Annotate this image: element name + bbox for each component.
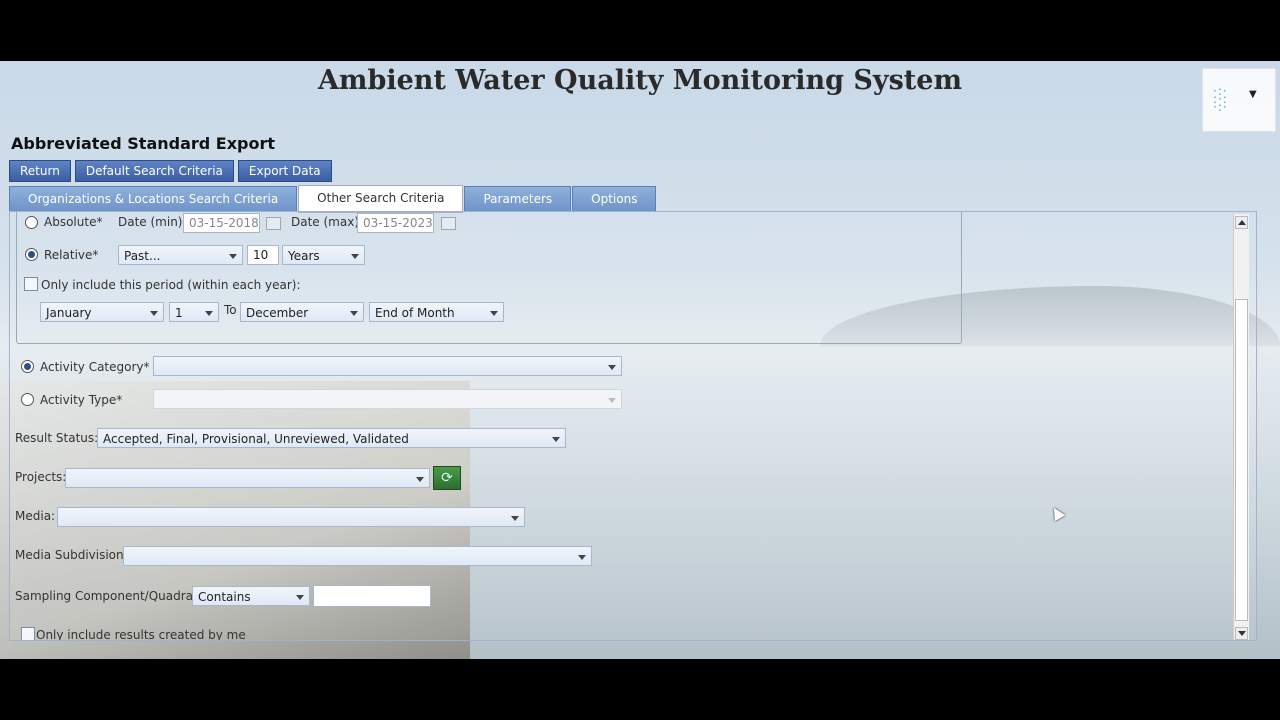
date-min-field[interactable]: 03-15-2018 — [183, 213, 260, 233]
only-period-label: Only include this period (within each ye… — [41, 278, 301, 292]
return-button[interactable]: Return — [9, 160, 71, 182]
to-label: To — [224, 303, 237, 317]
date-max-field[interactable]: 03-15-2023 — [357, 213, 434, 233]
result-status-select[interactable]: Accepted, Final, Provisional, Unreviewed… — [97, 428, 566, 448]
absolute-radio[interactable] — [25, 216, 38, 229]
relative-radio[interactable] — [25, 248, 38, 261]
chevron-down-icon: ▼ — [1249, 89, 1257, 100]
tab-parameters[interactable]: Parameters — [464, 186, 572, 212]
sampling-component-label: Sampling Component/Quadrat: — [15, 589, 202, 603]
page-title: Abbreviated Standard Export — [11, 134, 276, 153]
from-day-select[interactable]: 1 — [169, 302, 219, 322]
to-month-select[interactable]: December — [240, 302, 364, 322]
scroll-up-icon[interactable] — [1235, 216, 1248, 229]
default-search-criteria-button[interactable]: Default Search Criteria — [74, 160, 234, 182]
media-subdivision-select[interactable] — [123, 546, 592, 566]
app-title: Ambient Water Quality Monitoring System — [317, 65, 963, 96]
calendar-icon[interactable] — [266, 217, 281, 230]
from-month-select[interactable]: January — [40, 302, 164, 322]
media-subdivision-label: Media Subdivision: — [15, 548, 128, 562]
to-day-select[interactable]: End of Month — [369, 302, 504, 322]
tab-bar: Organizations & Locations Search Criteri… — [9, 185, 657, 213]
only-period-checkbox[interactable] — [24, 277, 38, 291]
activity-category-select[interactable] — [153, 356, 622, 376]
tab-organizations-locations[interactable]: Organizations & Locations Search Criteri… — [9, 186, 298, 212]
scroll-down-icon[interactable] — [1235, 627, 1248, 640]
refresh-icon[interactable]: ⟳ — [433, 466, 461, 490]
media-select[interactable] — [57, 507, 525, 527]
activity-type-radio[interactable] — [21, 393, 34, 406]
tab-other-search-criteria[interactable]: Other Search Criteria — [298, 185, 464, 213]
sampling-operator-select[interactable]: Contains — [192, 586, 310, 606]
only-mine-label: Only include results created by me — [36, 628, 246, 641]
search-criteria-panel: Absolute* Date (min): 03-15-2018 Date (m… — [9, 211, 1257, 641]
activity-category-label: Activity Category* — [40, 360, 150, 374]
media-label: Media: — [15, 509, 56, 523]
relative-count-field[interactable]: 10 — [247, 245, 279, 265]
date-min-label: Date (min): — [118, 215, 187, 229]
sampling-value-field[interactable] — [313, 585, 431, 607]
app-menu-button[interactable]: ·:·:·: ·:· ▼ — [1202, 68, 1276, 132]
activity-category-radio[interactable] — [21, 360, 34, 373]
toolbar: Return Default Search Criteria Export Da… — [9, 160, 332, 182]
date-max-label: Date (max): — [291, 215, 364, 229]
relative-unit-select[interactable]: Years — [282, 245, 365, 265]
grid-dots-icon: ·:·:·: ·:· — [1213, 84, 1228, 114]
activity-type-select[interactable] — [153, 389, 622, 409]
absolute-label: Absolute* — [44, 215, 103, 229]
result-status-label: Result Status:* — [15, 431, 105, 445]
activity-type-label: Activity Type* — [40, 393, 123, 407]
projects-select[interactable] — [65, 468, 430, 488]
app-window: Ambient Water Quality Monitoring System … — [0, 61, 1280, 659]
relative-mode-select[interactable]: Past... — [118, 245, 243, 265]
only-mine-checkbox[interactable] — [21, 627, 35, 640]
relative-label: Relative* — [44, 248, 99, 262]
calendar-icon[interactable] — [441, 217, 456, 230]
vertical-scrollbar[interactable] — [1233, 214, 1249, 640]
export-data-button[interactable]: Export Data — [237, 160, 332, 182]
tab-options[interactable]: Options — [572, 186, 657, 212]
projects-label: Projects: — [15, 470, 67, 484]
scroll-thumb[interactable] — [1235, 299, 1248, 621]
